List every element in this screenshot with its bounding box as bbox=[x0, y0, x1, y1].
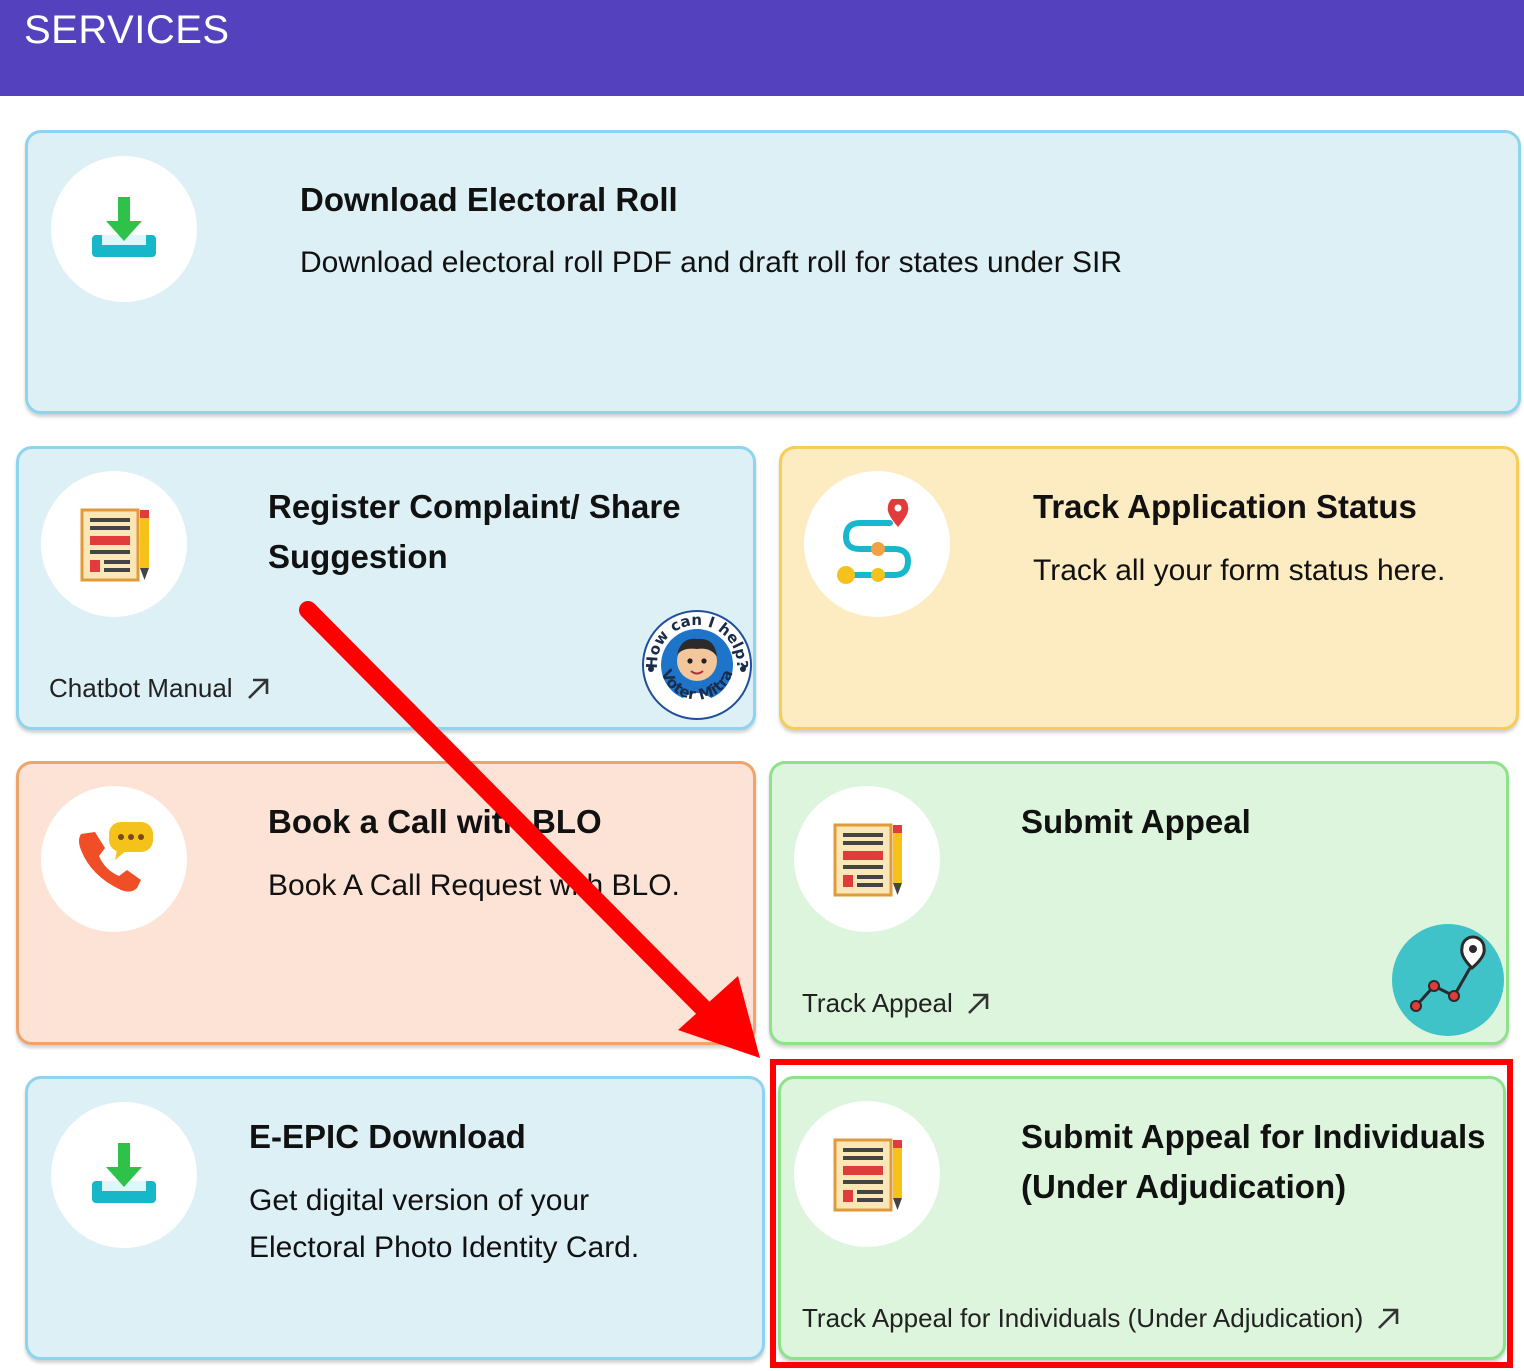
header-title: SERVICES bbox=[24, 8, 230, 52]
link-label: Chatbot Manual bbox=[49, 673, 233, 703]
card-title: Book a Call with BLO bbox=[268, 803, 602, 840]
phone-chat-icon bbox=[41, 786, 187, 932]
card-title: Track Application Status bbox=[1033, 488, 1417, 525]
book-call-blo-card[interactable]: Book a Call with BLO Book A Call Request… bbox=[16, 761, 756, 1045]
link-label: Track Appeal bbox=[802, 988, 953, 1018]
track-appeal-link[interactable]: Track Appeal bbox=[802, 988, 991, 1019]
card-description-line-1: Get digital version of your bbox=[249, 1184, 590, 1217]
e-epic-download-card[interactable]: E-EPIC Download Get digital version of y… bbox=[25, 1076, 765, 1360]
highlight-box bbox=[770, 1059, 1513, 1368]
voter-mitra-chatbot-badge[interactable]: How can I help? Voter Mitra bbox=[641, 609, 753, 721]
card-title: Register Complaint/ Share Suggestion bbox=[268, 488, 681, 575]
download-electoral-roll-card[interactable]: Download Electoral Roll Download elector… bbox=[25, 130, 1521, 414]
card-description-line-2: Electoral Photo Identity Card. bbox=[249, 1231, 640, 1264]
card-title: Submit Appeal bbox=[1021, 803, 1251, 840]
card-description: Book A Call Request with BLO. bbox=[268, 869, 680, 902]
card-title: E-EPIC Download bbox=[249, 1118, 526, 1155]
download-tray-icon bbox=[51, 156, 197, 302]
download-tray-icon bbox=[51, 1102, 197, 1248]
card-description: Track all your form status here. bbox=[1033, 554, 1446, 587]
card-title: Download Electoral Roll bbox=[300, 181, 678, 218]
external-arrow-icon bbox=[967, 993, 989, 1014]
services-header: SERVICES bbox=[0, 0, 1524, 96]
card-description: Download electoral roll PDF and draft ro… bbox=[300, 246, 1123, 279]
track-path-icon[interactable] bbox=[1392, 924, 1504, 1036]
external-arrow-icon bbox=[247, 678, 268, 699]
track-application-status-card[interactable]: Track Application Status Track all your … bbox=[779, 446, 1519, 730]
form-pencil-icon bbox=[794, 786, 940, 932]
form-pencil-icon bbox=[41, 471, 187, 617]
chatbot-manual-link[interactable]: Chatbot Manual bbox=[49, 673, 271, 704]
route-tracking-icon bbox=[804, 471, 950, 617]
submit-appeal-card[interactable]: Submit Appeal Track Appeal bbox=[769, 761, 1509, 1045]
register-complaint-card[interactable]: Register Complaint/ Share Suggestion Cha… bbox=[16, 446, 756, 730]
